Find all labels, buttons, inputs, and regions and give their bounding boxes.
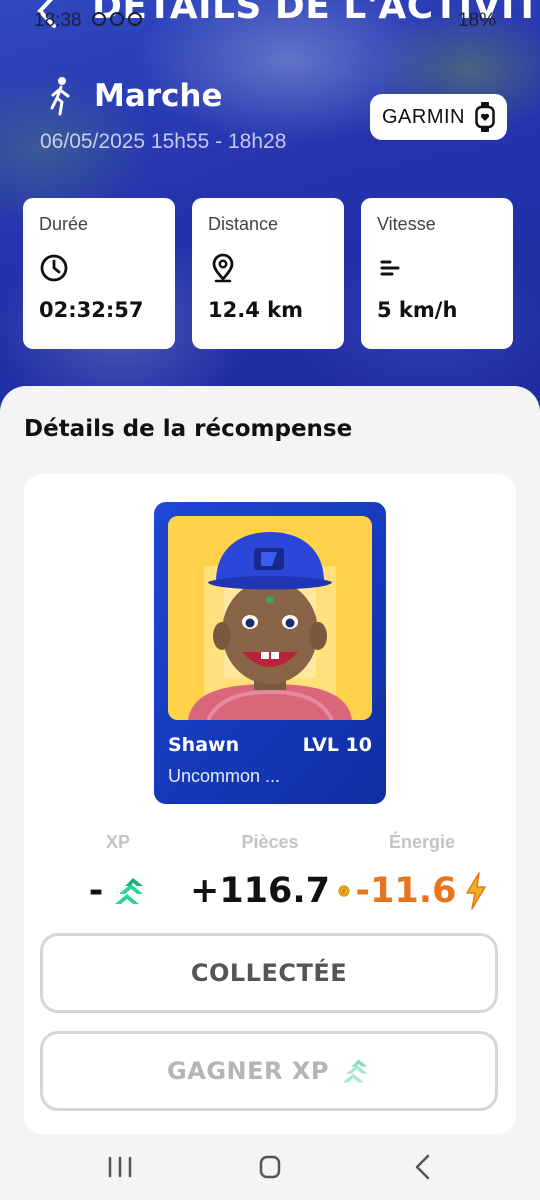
collected-button-label: COLLECTÉE — [190, 959, 348, 987]
reward-card: Shawn LVL 10 Uncommon ... XP - Pièces +1… — [24, 474, 516, 1134]
xp-value: - — [88, 871, 104, 911]
status-time: 18:38 — [34, 10, 82, 31]
speed-lines-icon — [380, 260, 400, 276]
nft-name: Shawn — [168, 734, 240, 756]
distance-card: Distance 12.4 km — [192, 198, 344, 349]
duration-value: 02:32:57 — [39, 298, 144, 322]
clock-icon — [40, 254, 68, 282]
collected-button[interactable]: COLLECTÉE — [40, 933, 498, 1013]
coins-metric: Pièces +116.7 — [190, 832, 350, 911]
nft-avatar-image — [168, 516, 372, 720]
coins-value: +116.7 — [190, 871, 331, 911]
energy-label: Énergie — [388, 832, 456, 852]
notification-icons — [92, 12, 142, 26]
back-icon[interactable] — [402, 1152, 442, 1182]
recent-apps-icon[interactable] — [100, 1152, 140, 1182]
lightning-icon — [466, 872, 487, 910]
duration-label: Durée — [39, 214, 89, 234]
home-icon[interactable] — [250, 1152, 290, 1182]
navigation-bar — [0, 1134, 540, 1200]
reward-sheet: Détails de la récompense Shawn LVL 10 Un… — [0, 386, 540, 1136]
duration-card: Durée 02:32:57 — [23, 198, 175, 349]
energy-value: -11.6 — [355, 871, 457, 911]
xp-label: XP — [105, 832, 130, 852]
distance-value: 12.4 km — [208, 298, 303, 322]
battery-level: 18% — [457, 10, 496, 31]
source-label: GARMIN — [382, 105, 465, 128]
coins-label: Pièces — [241, 832, 299, 852]
xp-chevrons-icon — [342, 1059, 368, 1083]
speed-label: Vitesse — [377, 214, 436, 234]
xp-chevrons-icon — [115, 878, 144, 904]
earn-xp-button-label: GAGNER XP — [167, 1057, 329, 1085]
garmin-source-badge[interactable]: GARMIN — [370, 94, 507, 140]
status-bar: 18:38 18% — [0, 6, 540, 36]
energy-metric: Énergie -11.6 — [342, 832, 502, 911]
earn-xp-button[interactable]: GAGNER XP — [40, 1031, 498, 1111]
activity-header: Marche — [44, 76, 223, 116]
walking-person-icon — [50, 77, 70, 116]
activity-name: Marche — [94, 78, 223, 114]
nft-level: LVL 10 — [302, 734, 372, 756]
speed-value: 5 km/h — [377, 298, 458, 322]
distance-label: Distance — [208, 214, 279, 234]
nft-card[interactable]: Shawn LVL 10 Uncommon ... — [154, 502, 386, 804]
nft-rarity: Uncommon ... — [168, 766, 281, 786]
xp-metric: XP - — [38, 832, 198, 911]
location-pin-icon — [212, 253, 234, 283]
reward-title: Détails de la récompense — [24, 416, 353, 442]
smartwatch-icon — [475, 102, 495, 132]
speed-card: Vitesse 5 km/h — [361, 198, 513, 349]
activity-date: 06/05/2025 15h55 - 18h28 — [40, 130, 287, 153]
